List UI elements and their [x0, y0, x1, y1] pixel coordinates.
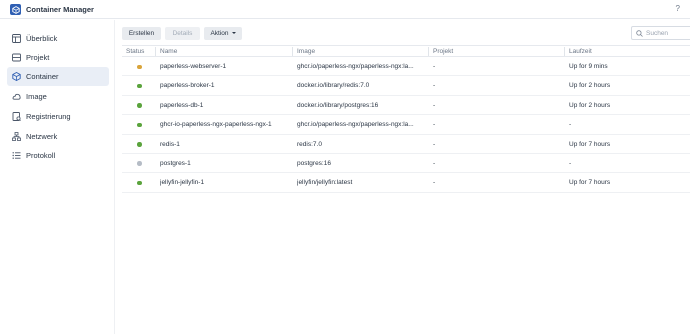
cell-name: postgres-1: [160, 159, 191, 167]
sidebar-item-label: Netzwerk: [26, 132, 58, 141]
image-icon: [12, 93, 21, 100]
cell-image: docker.io/library/postgres:16: [297, 101, 379, 109]
search-box[interactable]: [631, 26, 690, 40]
cell-uptime: Up for 7 hours: [569, 179, 611, 187]
log-icon: [12, 152, 21, 159]
cell-uptime: Up for 7 hours: [569, 140, 611, 148]
container-icon: [12, 72, 21, 81]
cell-name: paperless-broker-1: [160, 82, 215, 90]
cell-project: -: [433, 179, 436, 187]
cell-uptime: Up for 9 mins: [569, 63, 608, 70]
cell-uptime: -: [569, 159, 572, 167]
details-button[interactable]: Details: [165, 27, 200, 40]
action-button-label: Aktion: [210, 30, 229, 37]
table-row[interactable]: jellyfin-jellyfin-1 jellyfin/jellyfin:lat…: [122, 173, 690, 193]
cell-image: ghcr.io/paperless-ngx/paperless-ngx:la..…: [297, 121, 414, 129]
table-row[interactable]: paperless-broker-1 docker.io/library/redi…: [122, 76, 690, 96]
create-button[interactable]: Erstellen: [122, 27, 161, 40]
cell-image: redis:7.0: [297, 140, 322, 148]
chevron-down-icon: [231, 32, 236, 35]
sidebar-item-label: Image: [26, 92, 47, 101]
network-icon: [12, 132, 21, 141]
help-icon[interactable]: ?: [676, 4, 680, 13]
cell-name: ghcr-io-paperless-ngx-paperless-ngx-1: [160, 121, 272, 129]
status-indicator-icon: [137, 103, 142, 108]
title-bar: Container Manager ?: [0, 0, 690, 19]
cell-image: jellyfin/jellyfin:latest: [297, 179, 353, 187]
sidebar: Überblick Projekt Container Image Regist…: [0, 20, 115, 334]
table-row[interactable]: postgres-1 postgres:16 - -: [122, 154, 690, 174]
table-body: paperless-webserver-1 ghcr.io/paperless-n…: [122, 57, 690, 193]
column-header-status[interactable]: Status: [126, 48, 144, 55]
cell-project: -: [433, 101, 436, 109]
cell-project: -: [433, 140, 436, 148]
cell-image: docker.io/library/redis:7.0: [297, 82, 370, 90]
status-indicator-icon: [137, 64, 142, 69]
sidebar-item-registry[interactable]: Registrierung: [7, 107, 109, 126]
sidebar-item-log[interactable]: Protokoll: [7, 146, 109, 165]
cell-name: jellyfin-jellyfin-1: [160, 179, 205, 187]
column-divider[interactable]: [292, 47, 293, 56]
cell-project: -: [433, 159, 436, 167]
sidebar-item-container[interactable]: Container: [7, 67, 109, 86]
container-table: Status Name Image Projekt Laufzeit paper…: [122, 45, 690, 193]
column-header-uptime[interactable]: Laufzeit: [569, 48, 592, 55]
cell-uptime: Up for 2 hours: [569, 101, 611, 109]
table-header: Status Name Image Projekt Laufzeit: [122, 45, 690, 57]
cell-uptime: Up for 2 hours: [569, 82, 611, 90]
cell-project: -: [433, 121, 436, 129]
action-dropdown-button[interactable]: Aktion: [204, 27, 242, 40]
sidebar-item-network[interactable]: Netzwerk: [7, 127, 109, 146]
status-indicator-icon: [137, 161, 142, 166]
search-input[interactable]: [646, 28, 690, 38]
sidebar-item-label: Projekt: [26, 53, 50, 62]
cell-project: -: [433, 82, 436, 90]
sidebar-item-image[interactable]: Image: [7, 87, 109, 106]
cell-image: postgres:16: [297, 159, 331, 167]
cell-name: redis-1: [160, 140, 180, 148]
sidebar-item-project[interactable]: Projekt: [7, 48, 109, 67]
overview-icon: [12, 34, 21, 43]
column-header-project[interactable]: Projekt: [433, 48, 453, 55]
table-row[interactable]: paperless-db-1 docker.io/library/postgres…: [122, 96, 690, 116]
table-row[interactable]: ghcr-io-paperless-ngx-paperless-ngx-1 ghc…: [122, 115, 690, 135]
sidebar-item-label: Registrierung: [26, 112, 71, 121]
column-divider[interactable]: [428, 47, 429, 56]
status-indicator-icon: [137, 83, 142, 89]
registry-icon: [12, 112, 21, 121]
sidebar-item-label: Protokoll: [26, 151, 56, 160]
status-indicator-icon: [137, 142, 142, 147]
table-row[interactable]: paperless-webserver-1 ghcr.io/paperless-n…: [122, 57, 690, 77]
search-icon: [636, 30, 643, 37]
sidebar-item-overview[interactable]: Überblick: [7, 29, 109, 48]
column-divider[interactable]: [564, 47, 565, 56]
column-header-name[interactable]: Name: [160, 48, 177, 55]
window-title: Container Manager: [26, 5, 94, 14]
sidebar-item-label: Überblick: [26, 34, 58, 43]
cell-image: ghcr.io/paperless-ngx/paperless-ngx:la..…: [297, 63, 414, 70]
sidebar-item-label: Container: [26, 72, 59, 81]
column-header-image[interactable]: Image: [297, 48, 315, 55]
cell-uptime: -: [569, 121, 572, 129]
cell-name: paperless-db-1: [160, 101, 204, 109]
cell-project: -: [433, 63, 436, 70]
container-manager-app-icon: [10, 4, 21, 15]
project-icon: [12, 53, 21, 62]
column-divider[interactable]: [155, 47, 156, 56]
status-indicator-icon: [137, 180, 142, 186]
cell-name: paperless-webserver-1: [160, 63, 227, 70]
status-indicator-icon: [137, 122, 142, 128]
table-row[interactable]: redis-1 redis:7.0 - Up for 7 hours: [122, 135, 690, 154]
